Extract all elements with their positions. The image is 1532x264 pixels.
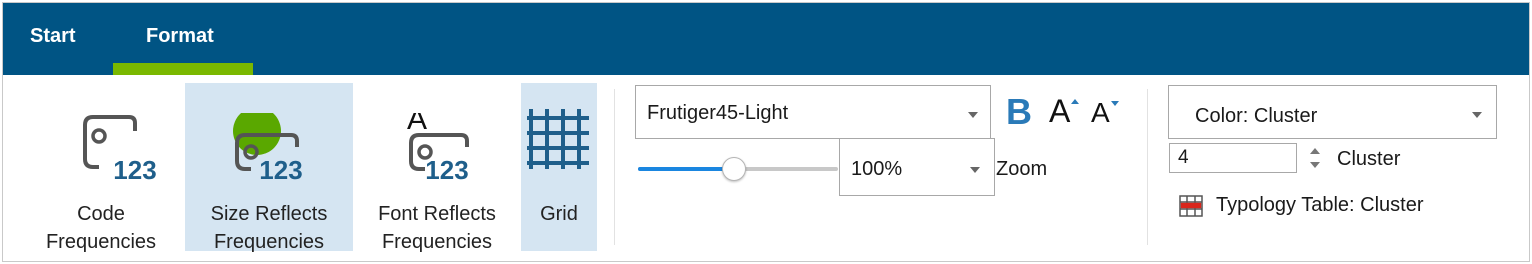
zoom-value: 100% xyxy=(851,158,903,180)
app-frame: Start Format 123 Code Frequencies 123 Si… xyxy=(2,2,1530,262)
cluster-count-input[interactable]: 4 xyxy=(1169,143,1297,173)
table-icon xyxy=(1179,195,1203,217)
code-frequencies-button[interactable]: 123 Code Frequencies xyxy=(21,83,181,253)
group-separator xyxy=(1147,89,1148,245)
stepper-down-icon[interactable] xyxy=(1310,162,1320,168)
grid-button[interactable]: Grid xyxy=(521,83,597,251)
ribbon-tab-bar: Start Format xyxy=(3,3,1529,75)
code-frequencies-label: Code Frequencies xyxy=(45,203,157,253)
bold-button[interactable]: B xyxy=(1006,91,1032,133)
decrease-font-size-button[interactable]: A xyxy=(1091,97,1119,129)
font-reflects-frequencies-button[interactable]: A 123 Font Reflects Frequencies xyxy=(355,83,519,253)
stepper-up-icon[interactable] xyxy=(1310,148,1320,154)
typology-table-label: Typology Table: Cluster xyxy=(1216,194,1424,216)
font-family-dropdown[interactable]: Frutiger45-Light xyxy=(635,85,991,139)
svg-text:A: A xyxy=(407,113,427,136)
zoom-slider-thumb[interactable] xyxy=(722,157,746,181)
chevron-down-icon xyxy=(1472,112,1482,118)
chevron-down-icon xyxy=(968,112,978,118)
color-value: Color: Cluster xyxy=(1195,105,1318,127)
size-reflects-frequencies-button[interactable]: 123 Size Reflects Frequencies xyxy=(185,83,353,253)
format-ribbon: 123 Code Frequencies 123 Size Reflects F… xyxy=(3,75,1529,261)
tab-format[interactable]: Format xyxy=(146,25,214,48)
zoom-dropdown[interactable]: 100% xyxy=(839,138,995,196)
cluster-label: Cluster xyxy=(1337,148,1401,170)
svg-text:123: 123 xyxy=(425,155,468,183)
zoom-label: Zoom xyxy=(996,158,1048,180)
font-reflects-frequencies-label: Font Reflects Frequencies xyxy=(378,203,496,253)
zoom-slider-fill xyxy=(638,167,734,171)
svg-text:123: 123 xyxy=(259,155,302,183)
font-family-value: Frutiger45-Light xyxy=(647,102,789,124)
cluster-count-stepper[interactable] xyxy=(1308,146,1322,172)
code-tag-icon: 123 xyxy=(21,113,181,185)
grid-icon xyxy=(521,105,597,175)
tab-start[interactable]: Start xyxy=(30,25,76,48)
size-tag-icon: 123 xyxy=(185,107,353,185)
increase-arrow-icon xyxy=(1071,99,1079,104)
color-dropdown[interactable]: Color: Cluster xyxy=(1168,85,1497,139)
decrease-arrow-icon xyxy=(1111,101,1119,106)
increase-font-size-button[interactable]: A xyxy=(1049,93,1079,130)
size-reflects-frequencies-label: Size Reflects Frequencies xyxy=(210,203,328,253)
grid-label: Grid xyxy=(540,203,578,225)
zoom-slider[interactable] xyxy=(638,157,838,181)
font-tag-icon: A 123 xyxy=(355,103,519,185)
active-tab-indicator xyxy=(113,63,253,75)
group-separator xyxy=(614,89,615,245)
chevron-down-icon xyxy=(970,167,980,173)
svg-text:123: 123 xyxy=(113,155,156,183)
